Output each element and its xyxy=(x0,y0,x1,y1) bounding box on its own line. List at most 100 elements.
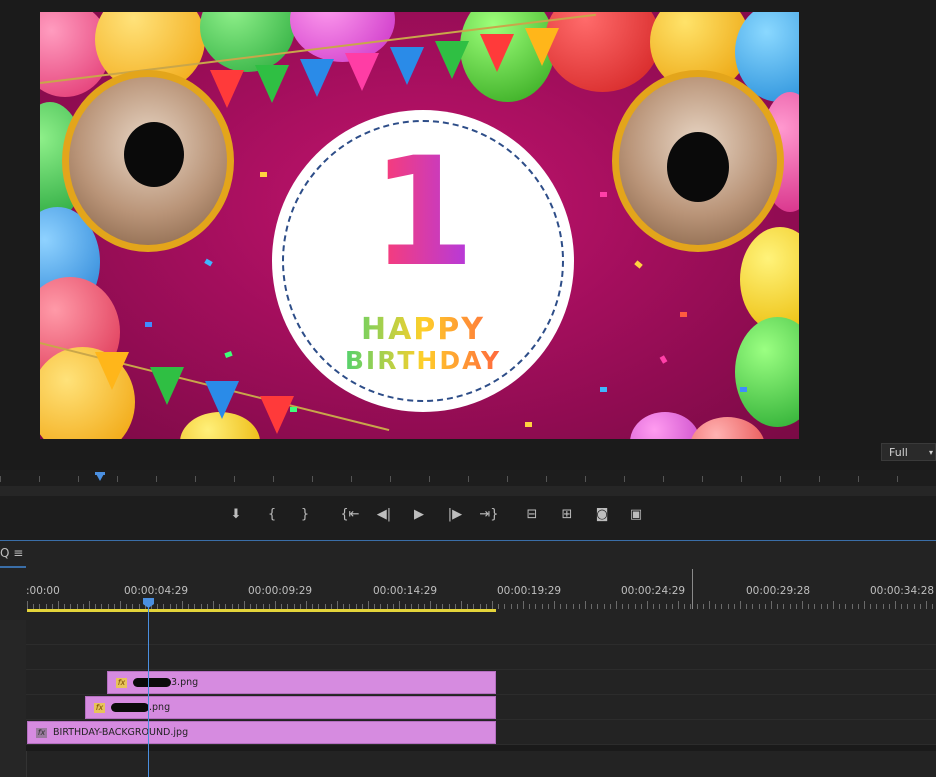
ruler-tick xyxy=(697,604,698,609)
ruler-tick xyxy=(399,601,400,609)
bunting-flag xyxy=(345,53,379,91)
ruler-tick xyxy=(932,604,933,609)
bunting-flag xyxy=(150,367,184,405)
mark-in-button[interactable]: { xyxy=(260,500,284,530)
ruler-tick xyxy=(337,601,338,609)
ruler-tick xyxy=(628,604,629,609)
monitor-time-ruler[interactable] xyxy=(0,471,936,485)
ruler-tick xyxy=(833,601,834,609)
clip-photo-2[interactable]: fx .png xyxy=(85,696,496,719)
ruler-tick xyxy=(511,604,512,609)
work-area-bar[interactable] xyxy=(27,609,496,612)
ruler-tick xyxy=(684,604,685,609)
balloon-decoration xyxy=(545,12,660,92)
ruler-tick xyxy=(858,604,859,609)
ruler-tick xyxy=(610,604,611,609)
ruler-tick xyxy=(796,604,797,609)
ruler-tick xyxy=(244,601,245,609)
filename-redaction xyxy=(133,678,171,687)
confetti xyxy=(634,260,643,269)
ruler-marker xyxy=(692,569,693,609)
compare-view-button[interactable]: ▣ xyxy=(624,500,648,530)
ruler-tick xyxy=(771,601,772,609)
ruler-tick xyxy=(790,604,791,609)
confetti xyxy=(260,172,267,177)
monitor-ruler-tick xyxy=(546,476,547,482)
ruler-tick xyxy=(709,601,710,609)
monitor-zoom-scrollbar[interactable] xyxy=(0,486,936,496)
ruler-tick xyxy=(498,604,499,609)
fx-badge: fx xyxy=(94,702,105,713)
monitor-ruler-tick xyxy=(117,476,118,482)
confetti xyxy=(659,355,668,364)
monitor-ruler-tick xyxy=(507,476,508,482)
ruler-tick xyxy=(560,604,561,609)
export-frame-button[interactable]: ◙ xyxy=(590,500,614,530)
program-monitor-frame[interactable]: 1 HAPPY BIRTHDAY xyxy=(40,12,799,439)
go-to-in-button[interactable]: {⇤ xyxy=(338,500,362,530)
ruler-tick xyxy=(721,604,722,609)
ruler-tick xyxy=(548,604,549,609)
face-redaction xyxy=(124,122,184,187)
ruler-timecode: 00:00:14:29 xyxy=(373,585,438,597)
go-to-out-button[interactable]: ⇥} xyxy=(477,500,501,530)
ruler-tick xyxy=(765,604,766,609)
baby-photo-right xyxy=(612,70,784,252)
ruler-tick xyxy=(89,601,90,609)
monitor-ruler-tick xyxy=(390,476,391,482)
ruler-tick xyxy=(808,604,809,609)
monitor-ruler-tick xyxy=(663,476,664,482)
ruler-tick xyxy=(27,601,28,609)
clip-photo-3[interactable]: fx 3.png xyxy=(107,671,496,694)
chevron-down-icon: ▾ xyxy=(928,448,933,457)
ruler-tick xyxy=(120,601,121,609)
ruler-tick xyxy=(845,604,846,609)
clip-background[interactable]: fx BIRTHDAY-BACKGROUND.jpg xyxy=(27,721,496,744)
balloon-decoration xyxy=(735,317,799,427)
zoom-select-value: Full xyxy=(889,446,908,459)
confetti xyxy=(224,350,233,359)
ruler-tick xyxy=(182,601,183,609)
bunting-flag xyxy=(260,396,294,434)
add-marker-button[interactable]: ⬇ xyxy=(224,500,248,530)
ruler-tick xyxy=(647,601,648,609)
ruler-tick xyxy=(597,604,598,609)
ruler-tick xyxy=(275,601,276,609)
track-v4[interactable] xyxy=(26,645,936,670)
monitor-ruler-tick xyxy=(39,476,40,482)
confetti xyxy=(145,322,152,327)
ruler-tick xyxy=(734,604,735,609)
ruler-tick xyxy=(517,604,518,609)
ruler-timecode: 00:00:09:29 xyxy=(248,585,313,597)
balloon-decoration xyxy=(290,12,395,62)
zoom-select[interactable]: Full ▾ xyxy=(881,443,936,461)
track-v5[interactable] xyxy=(26,620,936,645)
ruler-tick xyxy=(814,604,815,609)
timeline-scroll-track[interactable] xyxy=(26,745,936,751)
ruler-timecode: 00:00:19:29 xyxy=(497,585,562,597)
monitor-ruler-tick xyxy=(312,476,313,482)
mark-out-button[interactable]: } xyxy=(293,500,317,530)
extract-button[interactable]: ⊞ xyxy=(555,500,579,530)
step-forward-button[interactable]: |▶ xyxy=(443,500,467,530)
ruler-tick xyxy=(566,604,567,609)
lift-button[interactable]: ⊟ xyxy=(520,500,544,530)
baby-photo-left xyxy=(62,70,234,252)
ruler-tick xyxy=(802,601,803,609)
monitor-ruler-tick xyxy=(585,476,586,482)
ruler-tick xyxy=(616,601,617,609)
face-redaction xyxy=(667,132,729,202)
ruler-tick xyxy=(622,604,623,609)
track-headers xyxy=(0,620,27,777)
monitor-ruler-tick xyxy=(195,476,196,482)
play-button[interactable]: ▶ xyxy=(407,500,431,530)
ruler-tick xyxy=(542,604,543,609)
ruler-tick xyxy=(870,604,871,609)
timeline-header-icons[interactable]: Q ≡ xyxy=(0,546,23,560)
timeline-tab-underline xyxy=(0,566,26,568)
ruler-tick xyxy=(659,604,660,609)
step-back-button[interactable]: ◀| xyxy=(372,500,396,530)
monitor-ruler-tick xyxy=(156,476,157,482)
bunting-flag xyxy=(300,59,334,97)
ruler-tick xyxy=(641,604,642,609)
